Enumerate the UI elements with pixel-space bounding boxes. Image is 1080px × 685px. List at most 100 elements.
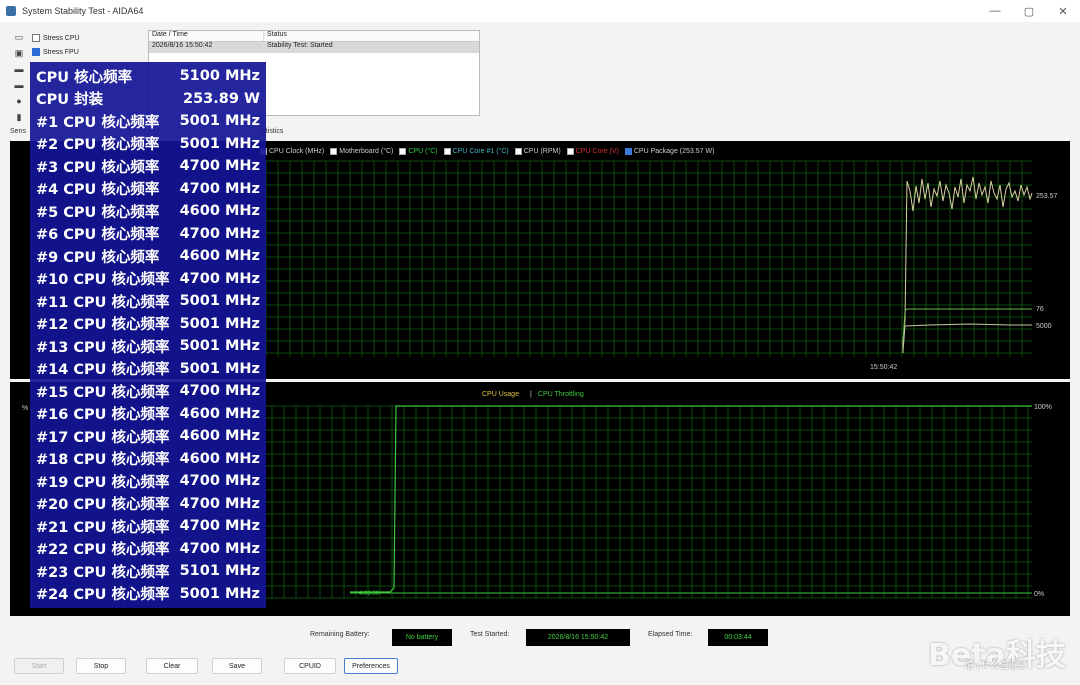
log-row-time: 2026/8/16 15:50:42 <box>149 42 264 53</box>
osd-row-label: #3 CPU 核心频率 <box>36 159 160 176</box>
graph1-legend-item[interactable]: CPU Core (V) <box>566 148 619 155</box>
cpu-icon: ▭ <box>14 32 24 42</box>
osd-row-label: CPU 封装 <box>36 92 104 109</box>
log-header-time[interactable]: Date / Time <box>149 31 264 41</box>
graph1-right-label-top: 253.57 <box>1036 193 1058 200</box>
graph2-bottom-label: 4:08:00 <box>359 591 380 597</box>
osd-row: #20 CPU 核心频率 4700 MHz <box>36 493 260 516</box>
osd-row-label: #11 CPU 核心频率 <box>36 294 170 311</box>
osd-row-label: #12 CPU 核心频率 <box>36 317 170 334</box>
graph1-legend-item[interactable]: CPU Package (253.57 W) <box>624 148 714 155</box>
osd-row-label: #13 CPU 核心频率 <box>36 339 170 356</box>
osd-row-label: #15 CPU 核心频率 <box>36 384 170 401</box>
osd-row-label: #17 CPU 核心频率 <box>36 429 170 446</box>
stress-options: Stress CPU Stress FPU <box>32 31 80 59</box>
log-row-status: Stability Test: Started <box>267 42 333 49</box>
osd-row: #22 CPU 核心频率 4700 MHz <box>36 538 260 561</box>
graph1-legend-label: CPU (RPM) <box>523 148 561 155</box>
graph1-legend-checkbox[interactable] <box>330 148 338 155</box>
osd-row: CPU 核心频率 5100 MHz <box>36 65 260 88</box>
osd-row-label: #16 CPU 核心频率 <box>36 407 170 424</box>
osd-row: #10 CPU 核心频率 4700 MHz <box>36 268 260 291</box>
graph1-legend-label: CPU Core (V) <box>575 148 619 155</box>
osd-row-value: 5100 MHz <box>179 68 260 85</box>
osd-row-value: 4700 MHz <box>179 158 260 175</box>
maximize-button[interactable]: ▢ <box>1012 5 1046 18</box>
cache-icon: ▬ <box>14 64 24 74</box>
osd-row-value: 5001 MHz <box>179 113 260 130</box>
cpuid-button[interactable]: CPUID <box>284 658 336 674</box>
osd-row-value: 4700 MHz <box>179 495 260 512</box>
stress-fpu-option[interactable]: Stress FPU <box>32 45 80 59</box>
log-header: Date / Time Status <box>149 31 479 42</box>
memory-icon: ▬ <box>14 80 24 90</box>
osd-row-label: #4 CPU 核心频率 <box>36 182 160 199</box>
battery-label: Remaining Battery: <box>310 631 370 638</box>
graph1-legend-checkbox[interactable] <box>399 148 407 155</box>
osd-row-value: 4600 MHz <box>179 203 260 220</box>
osd-row-value: 5001 MHz <box>179 135 260 152</box>
stress-icons-column: ▭ ▣ ▬ ▬ ● ▮ <box>10 32 28 128</box>
graph2-right-top-label: 100% <box>1034 404 1052 411</box>
graph2-title-throttling: CPU Throttling <box>538 391 584 398</box>
graph1-legend-checkbox[interactable] <box>443 148 451 155</box>
graph1-legend-item[interactable]: CPU (°C) <box>399 148 438 155</box>
osd-row-value: 4700 MHz <box>179 180 260 197</box>
osd-row: #4 CPU 核心频率 4700 MHz <box>36 178 260 201</box>
graph1-legend-label: CPU Core #1 (°C) <box>452 148 509 155</box>
window-title: System Stability Test - AIDA64 <box>22 6 144 16</box>
osd-row-label: #21 CPU 核心频率 <box>36 519 170 536</box>
preferences-button[interactable]: Preferences <box>344 658 398 674</box>
graph1-legend-checkbox[interactable] <box>624 148 632 155</box>
osd-row-label: #1 CPU 核心频率 <box>36 114 160 131</box>
graph1-legend-checkbox[interactable] <box>514 148 522 155</box>
osd-row-value: 4700 MHz <box>179 518 260 535</box>
stress-cpu-checkbox[interactable] <box>32 34 40 42</box>
osd-row: #23 CPU 核心频率 5101 MHz <box>36 560 260 583</box>
tab-sensors[interactable]: Sens <box>10 128 26 135</box>
osd-row-value: 5001 MHz <box>179 585 260 602</box>
log-header-status[interactable]: Status <box>264 31 479 41</box>
osd-row: #16 CPU 核心频率 4600 MHz <box>36 403 260 426</box>
stress-fpu-checkbox[interactable] <box>32 48 40 56</box>
stress-cpu-option[interactable]: Stress CPU <box>32 31 80 45</box>
log-row[interactable]: 2026/8/16 15:50:42 Stability Test: Start… <box>149 42 479 53</box>
osd-row: #6 CPU 核心频率 4700 MHz <box>36 223 260 246</box>
osd-row-value: 5001 MHz <box>179 360 260 377</box>
clear-button[interactable]: Clear <box>146 658 198 674</box>
osd-overlay: CPU 核心频率 5100 MHz CPU 封装 253.89 W #1 CPU 核心频… <box>30 62 266 608</box>
graph1-legend-item[interactable]: CPU Clock (MHz) <box>260 148 324 155</box>
osd-row-value: 4600 MHz <box>179 248 260 265</box>
osd-row-value: 4600 MHz <box>179 428 260 445</box>
aida64-app-icon <box>6 6 16 16</box>
osd-row-label: #10 CPU 核心频率 <box>36 272 170 289</box>
osd-row: #11 CPU 核心频率 5001 MHz <box>36 290 260 313</box>
minimize-button[interactable]: — <box>978 5 1012 17</box>
graph1-time-label: 15:50:42 <box>870 364 897 371</box>
osd-row: #15 CPU 核心频率 4700 MHz <box>36 380 260 403</box>
start-button[interactable]: Start <box>14 658 64 674</box>
osd-row-value: 4600 MHz <box>179 450 260 467</box>
osd-row-value: 4700 MHz <box>179 473 260 490</box>
stop-button[interactable]: Stop <box>76 658 126 674</box>
close-button[interactable]: ✕ <box>1046 5 1080 18</box>
graph1-legend: CPU Clock (MHz) Motherboard (°C) CPU (°C) C… <box>260 148 714 155</box>
osd-row-label: #9 CPU 核心频率 <box>36 249 160 266</box>
save-button[interactable]: Save <box>212 658 262 674</box>
stress-cpu-label: Stress CPU <box>43 34 80 42</box>
stability-test-window: System Stability Test - AIDA64 — ▢ ✕ ▭ ▣… <box>0 0 1080 685</box>
title-bar: System Stability Test - AIDA64 — ▢ ✕ <box>0 0 1080 22</box>
graph1-legend-label: CPU Clock (MHz) <box>269 148 325 155</box>
watermark-sub: 值 | 什么值得买 <box>965 660 1027 670</box>
osd-row: #19 CPU 核心频率 4700 MHz <box>36 470 260 493</box>
graph1-legend-item[interactable]: CPU (RPM) <box>514 148 561 155</box>
osd-row-value: 4700 MHz <box>179 225 260 242</box>
graph1-legend-label: Motherboard (°C) <box>339 148 394 155</box>
fpu-icon: ▣ <box>14 48 24 58</box>
osd-row-label: #23 CPU 核心频率 <box>36 564 170 581</box>
graph1-legend-item[interactable]: CPU Core #1 (°C) <box>443 148 509 155</box>
graph1-legend-item[interactable]: Motherboard (°C) <box>330 148 393 155</box>
osd-row-label: #5 CPU 核心频率 <box>36 204 160 221</box>
graph1-legend-checkbox[interactable] <box>566 148 574 155</box>
osd-row: #24 CPU 核心频率 5001 MHz <box>36 583 260 606</box>
